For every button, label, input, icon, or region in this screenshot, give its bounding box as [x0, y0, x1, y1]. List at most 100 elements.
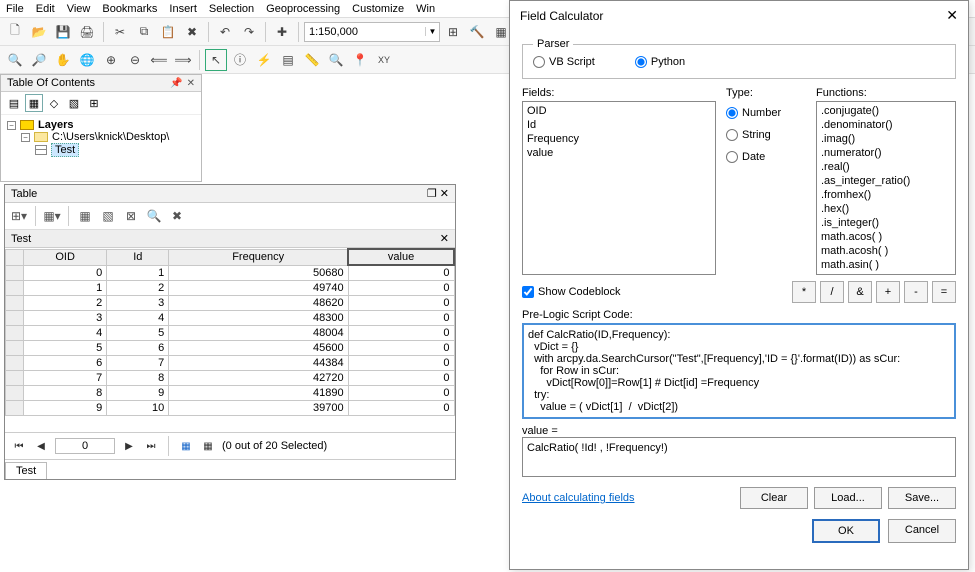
- close-icon[interactable]: ✕: [187, 78, 195, 89]
- prev-record-icon[interactable]: ◀: [33, 438, 49, 454]
- new-icon[interactable]: 🗋: [4, 21, 26, 43]
- cell[interactable]: 48004: [169, 326, 348, 341]
- close-icon[interactable]: ✕: [440, 232, 449, 245]
- list-item[interactable]: .hex(): [821, 202, 951, 216]
- cell[interactable]: 4: [107, 311, 169, 326]
- col-frequency[interactable]: Frequency: [169, 249, 348, 265]
- cell[interactable]: 6: [107, 341, 169, 356]
- menu-edit[interactable]: Edit: [36, 3, 55, 15]
- cell[interactable]: 1: [24, 281, 107, 296]
- collapse-icon[interactable]: −: [7, 121, 16, 130]
- last-record-icon[interactable]: ⏭: [143, 438, 159, 454]
- cell[interactable]: 42720: [169, 371, 348, 386]
- pan-icon[interactable]: ✋: [52, 49, 74, 71]
- parser-python-radio[interactable]: Python: [635, 56, 685, 68]
- cell[interactable]: 0: [348, 326, 454, 341]
- first-record-icon[interactable]: ⏮: [11, 438, 27, 454]
- table-row[interactable]: 56456000: [6, 341, 455, 356]
- cell[interactable]: 0: [348, 265, 454, 281]
- cell[interactable]: 41890: [169, 386, 348, 401]
- cell[interactable]: 0: [348, 296, 454, 311]
- menu-customize[interactable]: Customize: [352, 3, 404, 15]
- add-data-icon[interactable]: ✚: [271, 21, 293, 43]
- ok-button[interactable]: OK: [812, 519, 880, 543]
- cell[interactable]: 5: [107, 326, 169, 341]
- find-icon[interactable]: 🔍: [325, 49, 347, 71]
- list-by-source-icon[interactable]: ▦: [25, 94, 43, 112]
- about-link[interactable]: About calculating fields: [522, 492, 635, 504]
- chevron-down-icon[interactable]: ▼: [425, 27, 439, 36]
- fields-listbox[interactable]: OIDIdFrequencyvalue: [522, 101, 716, 275]
- list-item[interactable]: math.acos( ): [821, 230, 951, 244]
- table-row[interactable]: 89418900: [6, 386, 455, 401]
- print-icon[interactable]: 🖨: [76, 21, 98, 43]
- related-tables-icon[interactable]: ▦▾: [42, 206, 62, 226]
- open-icon[interactable]: 📂: [28, 21, 50, 43]
- list-item[interactable]: .conjugate(): [821, 104, 951, 118]
- menu-file[interactable]: File: [6, 3, 24, 15]
- cut-icon[interactable]: ✂: [109, 21, 131, 43]
- cell[interactable]: 50680: [169, 265, 348, 281]
- parser-vb-radio[interactable]: VB Script: [533, 56, 595, 68]
- cell[interactable]: 0: [24, 265, 107, 281]
- list-item[interactable]: OID: [527, 104, 711, 118]
- scale-input[interactable]: [305, 26, 425, 38]
- cell[interactable]: 3: [107, 296, 169, 311]
- table-row[interactable]: 67443840: [6, 356, 455, 371]
- prelogic-code-input[interactable]: [522, 323, 956, 419]
- copy-icon[interactable]: ⧉: [133, 21, 155, 43]
- list-by-drawing-icon[interactable]: ▤: [5, 94, 23, 112]
- back-extent-icon[interactable]: ⟸: [148, 49, 170, 71]
- type-date-radio[interactable]: Date: [726, 151, 806, 163]
- measure-icon[interactable]: 📏: [301, 49, 323, 71]
- cancel-button[interactable]: Cancel: [888, 519, 956, 543]
- cell[interactable]: 9: [24, 401, 107, 416]
- full-extent-icon[interactable]: 🌐: [76, 49, 98, 71]
- cell[interactable]: 3: [24, 311, 107, 326]
- undo-icon[interactable]: ↶: [214, 21, 236, 43]
- op-plus[interactable]: +: [876, 281, 900, 303]
- list-item[interactable]: value: [527, 146, 711, 160]
- cell[interactable]: 7: [24, 371, 107, 386]
- cell[interactable]: 0: [348, 311, 454, 326]
- table-row[interactable]: 01506800: [6, 265, 455, 281]
- cell[interactable]: 10: [107, 401, 169, 416]
- fixed-zoom-out-icon[interactable]: ⊖: [124, 49, 146, 71]
- cell[interactable]: 0: [348, 281, 454, 296]
- functions-listbox[interactable]: .conjugate().denominator().imag().numera…: [816, 101, 956, 275]
- collapse-icon[interactable]: −: [21, 133, 30, 142]
- col-rowhead[interactable]: [6, 249, 24, 265]
- delete-selected-icon[interactable]: ✖: [167, 206, 187, 226]
- cell[interactable]: 0: [348, 341, 454, 356]
- table-row[interactable]: 23486200: [6, 296, 455, 311]
- cell[interactable]: 8: [107, 371, 169, 386]
- table-row[interactable]: 910397000: [6, 401, 455, 416]
- list-item[interactable]: .real(): [821, 160, 951, 174]
- cell[interactable]: 0: [348, 356, 454, 371]
- op-equals[interactable]: =: [932, 281, 956, 303]
- cell[interactable]: 45600: [169, 341, 348, 356]
- table-row[interactable]: 45480040: [6, 326, 455, 341]
- tab-test[interactable]: Test: [5, 462, 47, 479]
- hyperlink-icon[interactable]: ⚡: [253, 49, 275, 71]
- redo-icon[interactable]: ↷: [238, 21, 260, 43]
- select-elements-icon[interactable]: ↖: [205, 49, 227, 71]
- identify-icon[interactable]: ⓘ: [229, 49, 251, 71]
- cell[interactable]: 9: [107, 386, 169, 401]
- type-number-radio[interactable]: Number: [726, 107, 806, 119]
- show-codeblock-checkbox[interactable]: Show Codeblock: [522, 286, 621, 298]
- tree-folder[interactable]: − C:\Users\knick\Desktop\: [21, 131, 195, 143]
- load-button[interactable]: Load...: [814, 487, 882, 509]
- editor-toolbar-icon[interactable]: ⊞: [442, 21, 464, 43]
- cell[interactable]: 44384: [169, 356, 348, 371]
- go-to-xy-icon[interactable]: XY: [373, 49, 395, 71]
- save-icon[interactable]: 💾: [52, 21, 74, 43]
- menu-geoprocessing[interactable]: Geoprocessing: [266, 3, 340, 15]
- cell[interactable]: 6: [24, 356, 107, 371]
- table-row[interactable]: 12497400: [6, 281, 455, 296]
- list-item[interactable]: math.acosh( ): [821, 244, 951, 258]
- cell[interactable]: 2: [107, 281, 169, 296]
- fixed-zoom-in-icon[interactable]: ⊕: [100, 49, 122, 71]
- menu-bookmarks[interactable]: Bookmarks: [102, 3, 157, 15]
- col-id[interactable]: Id: [107, 249, 169, 265]
